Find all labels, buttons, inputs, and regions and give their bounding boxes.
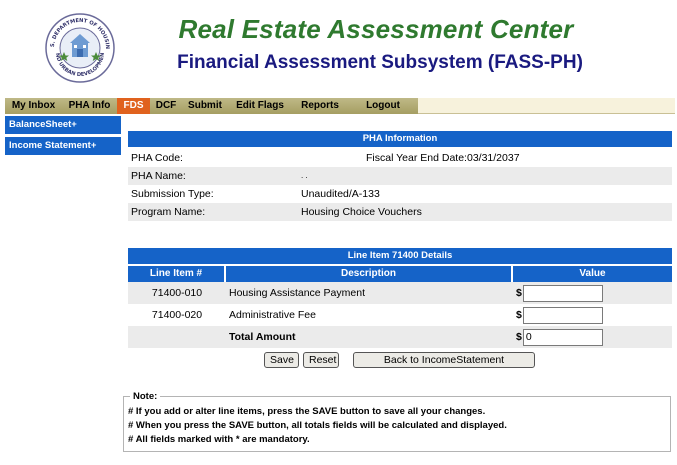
nav-dcf[interactable]: DCF xyxy=(150,98,182,114)
pha-code-row: PHA Code: Fiscal Year End Date:03/31/203… xyxy=(128,149,672,167)
line-item-value-cell: $ xyxy=(513,284,672,302)
note-line: # All fields marked with * are mandatory… xyxy=(128,434,310,445)
program-name-value: Housing Choice Vouchers xyxy=(301,206,422,218)
pha-name-value: . . xyxy=(301,171,308,180)
nav-tab-strip: My Inbox PHA Info FDS DCF Submit Edit Fl… xyxy=(5,98,418,114)
currency-symbol: $ xyxy=(516,287,522,299)
nav-logout[interactable]: Logout xyxy=(348,98,418,114)
app-title: Real Estate Assessment Center xyxy=(178,14,574,44)
action-button-row: Save Reset Back to IncomeStatement xyxy=(128,348,672,372)
total-amount-field xyxy=(522,328,603,346)
program-name-row: Program Name: Housing Choice Vouchers xyxy=(128,203,672,221)
main-nav-bar: My Inbox PHA Info FDS DCF Submit Edit Fl… xyxy=(5,98,675,114)
sidebar-item-balance-sheet[interactable]: BalanceSheet+ xyxy=(5,116,121,134)
pha-code-label: PHA Code: xyxy=(131,152,183,164)
sidebar: BalanceSheet+ Income Statement+ xyxy=(5,116,121,158)
line-item-details-panel: Line Item 71400 Details Line Item # Desc… xyxy=(128,248,672,372)
nav-fds[interactable]: FDS xyxy=(117,98,150,114)
note-line: # When you press the SAVE button, all to… xyxy=(128,420,507,431)
pha-information-panel: PHA Information PHA Code: Fiscal Year En… xyxy=(128,131,672,221)
submission-type-row: Submission Type: Unaudited/A-133 xyxy=(128,185,672,203)
line-item-table-header: Line Item # Description Value xyxy=(128,266,672,282)
column-header-value: Value xyxy=(513,266,672,282)
line-item-number: 71400-010 xyxy=(151,287,203,299)
nav-my-inbox[interactable]: My Inbox xyxy=(5,98,62,114)
nav-submit[interactable]: Submit xyxy=(182,98,228,114)
program-name-label: Program Name: xyxy=(131,206,206,218)
administrative-fee-input[interactable] xyxy=(522,306,603,324)
total-amount-row: Total Amount $ xyxy=(128,326,672,348)
back-to-income-statement-button[interactable]: Back to IncomeStatement xyxy=(353,352,535,368)
currency-symbol: $ xyxy=(516,331,522,343)
currency-symbol: $ xyxy=(516,309,522,321)
note-box: Note: # If you add or alter line items, … xyxy=(123,391,671,452)
line-item-description: Administrative Fee xyxy=(229,309,316,321)
line-item-description: Housing Assistance Payment xyxy=(229,287,365,299)
total-amount-label: Total Amount xyxy=(229,331,296,343)
nav-reports[interactable]: Reports xyxy=(292,98,348,114)
reset-button[interactable]: Reset xyxy=(303,352,339,368)
pha-name-row: PHA Name: . . xyxy=(128,167,672,185)
total-amount-cell: $ xyxy=(513,328,672,346)
table-row: 71400-010 Housing Assistance Payment $ xyxy=(128,282,672,304)
sidebar-item-income-statement[interactable]: Income Statement+ xyxy=(5,137,121,155)
column-header-line-item: Line Item # xyxy=(128,266,226,282)
note-title: Note: xyxy=(130,391,161,402)
table-row: 71400-020 Administrative Fee $ xyxy=(128,304,672,326)
submission-type-label: Submission Type: xyxy=(131,188,214,200)
submission-type-value: Unaudited/A-133 xyxy=(301,188,380,200)
housing-assistance-payment-input[interactable] xyxy=(522,284,603,302)
fiscal-year-label: Fiscal Year End Date: xyxy=(366,152,467,164)
column-header-description: Description xyxy=(226,266,513,282)
nav-edit-flags[interactable]: Edit Flags xyxy=(228,98,292,114)
line-item-details-title: Line Item 71400 Details xyxy=(128,248,672,264)
save-button[interactable]: Save xyxy=(264,352,299,368)
fiscal-year-value: 03/31/2037 xyxy=(466,152,520,164)
app-subtitle: Financial Assessment Subsystem (FASS-PH) xyxy=(177,52,583,73)
pha-name-label: PHA Name: xyxy=(131,170,186,182)
nav-pha-info[interactable]: PHA Info xyxy=(62,98,117,114)
line-item-number: 71400-020 xyxy=(151,309,203,321)
fiscal-year-end-date: Fiscal Year End Date:03/31/2037 xyxy=(366,149,520,167)
line-item-value-cell: $ xyxy=(513,306,672,324)
pha-information-title: PHA Information xyxy=(128,131,672,147)
note-line: # If you add or alter line items, press … xyxy=(128,406,486,417)
